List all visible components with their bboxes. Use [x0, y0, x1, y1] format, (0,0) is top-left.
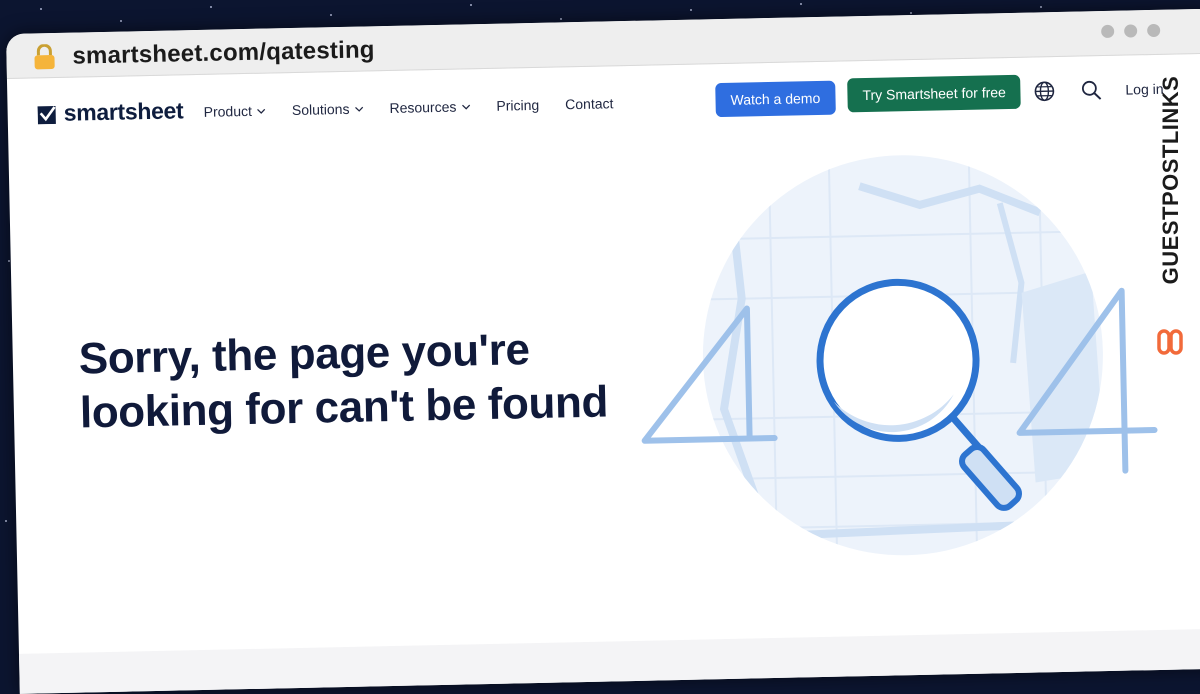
- window-controls: [1101, 24, 1160, 38]
- menu-item-pricing[interactable]: Pricing: [496, 97, 539, 114]
- menu-item-product[interactable]: Product: [204, 103, 267, 120]
- menu-item-solutions[interactable]: Solutions: [292, 101, 364, 118]
- chevron-down-icon: [461, 102, 470, 111]
- window-dot-2[interactable]: [1124, 24, 1137, 37]
- menu-item-label: Resources: [389, 99, 456, 116]
- chevron-down-icon: [257, 106, 266, 115]
- logo-text: smartsheet: [63, 97, 183, 127]
- error-headline: Sorry, the page you're looking for can't…: [78, 321, 608, 440]
- site-logo[interactable]: smartsheet: [37, 97, 183, 127]
- smartsheet-logo-icon: [37, 103, 57, 123]
- lock-icon: [32, 44, 57, 70]
- window-dot-1[interactable]: [1101, 25, 1114, 38]
- globe-icon[interactable]: [1033, 80, 1055, 102]
- map-park: [1021, 271, 1105, 483]
- menu-item-label: Contact: [565, 95, 614, 112]
- watch-demo-button[interactable]: Watch a demo: [715, 81, 835, 118]
- watermark: GUESTPOSTLINKS: [1154, 50, 1188, 360]
- url-text[interactable]: smartsheet.com/qatesting: [72, 36, 375, 70]
- menu-item-contact[interactable]: Contact: [565, 95, 614, 112]
- browser-window: smartsheet.com/qatesting smartsheet Prod…: [6, 9, 1200, 694]
- page-bottom-section: [19, 629, 1200, 694]
- 404-illustration: [619, 139, 1188, 591]
- watermark-text: GUESTPOSTLINKS: [1158, 51, 1184, 309]
- link-icon: [1156, 328, 1184, 356]
- main-menu: Product Solutions Resources Pricing Cont…: [204, 95, 640, 120]
- window-dot-3[interactable]: [1147, 24, 1160, 37]
- headline-line-2: looking for can't be found: [79, 377, 608, 437]
- headline-line-1: Sorry, the page you're: [78, 325, 530, 383]
- menu-item-label: Pricing: [496, 97, 539, 114]
- try-free-button[interactable]: Try Smartsheet for free: [847, 75, 1021, 113]
- chevron-down-icon: [354, 104, 363, 113]
- search-icon[interactable]: [1080, 79, 1102, 101]
- menu-item-label: Product: [204, 103, 253, 120]
- menu-item-resources[interactable]: Resources: [389, 98, 470, 116]
- menu-item-label: Solutions: [292, 101, 350, 118]
